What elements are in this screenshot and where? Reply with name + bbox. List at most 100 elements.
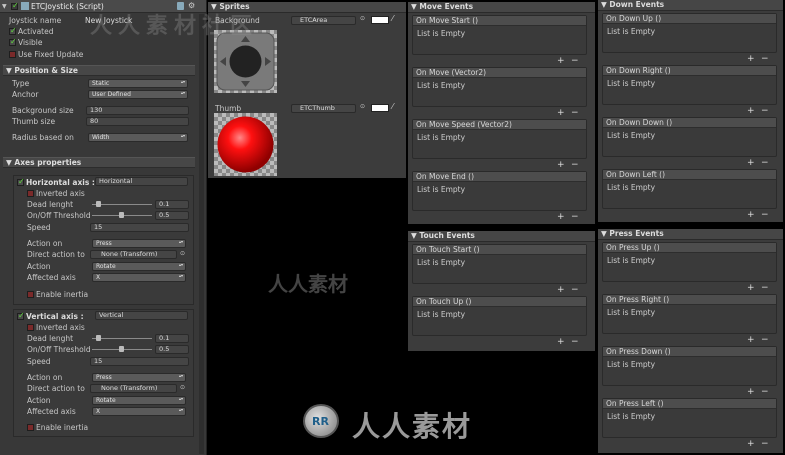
remove-listener-button[interactable]: − — [571, 338, 579, 347]
add-listener-button[interactable]: + — [747, 55, 755, 64]
gear-icon[interactable]: ⚙ — [188, 1, 195, 10]
touch-events-title[interactable]: ▼ Touch Events — [408, 231, 595, 242]
remove-listener-button[interactable]: − — [571, 213, 579, 222]
vertical-action-on-dropdown[interactable]: Press — [92, 373, 186, 382]
remove-listener-button[interactable]: − — [571, 109, 579, 118]
remove-listener-button[interactable]: − — [761, 388, 769, 397]
horizontal-axis-checkbox[interactable] — [17, 177, 25, 186]
object-picker-icon[interactable]: ⊙ — [360, 103, 365, 110]
vertical-axis-name-field[interactable]: Vertical — [95, 311, 188, 320]
remove-listener-button[interactable]: − — [761, 440, 769, 449]
use-fixed-update-checkbox[interactable] — [9, 51, 16, 58]
vertical-threshold-field[interactable]: 0.5 — [155, 345, 189, 354]
vertical-axis-checkbox[interactable] — [17, 311, 25, 320]
add-listener-button[interactable]: + — [747, 211, 755, 220]
type-dropdown[interactable]: Static — [88, 79, 188, 88]
vertical-dead-slider-knob[interactable] — [96, 335, 101, 341]
add-listener-button[interactable]: + — [747, 284, 755, 293]
remove-listener-button[interactable]: − — [761, 107, 769, 116]
object-picker-icon[interactable]: ⊙ — [360, 15, 365, 22]
background-size-field[interactable]: 130 — [86, 106, 189, 115]
vertical-action-dropdown[interactable]: Rotate — [92, 396, 186, 405]
vertical-threshold-slider-knob[interactable] — [119, 346, 124, 352]
joystick-name-field[interactable]: New Joystick — [85, 16, 132, 25]
vertical-affected-dropdown[interactable]: X — [92, 407, 186, 416]
position-size-section[interactable]: ▼ Position & Size — [3, 65, 195, 76]
down-events-title[interactable]: ▼ Down Events — [598, 0, 783, 11]
inspector-scrollbar[interactable] — [199, 14, 204, 454]
radius-dropdown[interactable]: Width — [88, 133, 188, 142]
thumb-color-swatch[interactable] — [371, 104, 389, 112]
vertical-speed-field[interactable]: 15 — [90, 357, 189, 366]
horizontal-axis-name-field[interactable]: Horizontal — [95, 177, 188, 186]
horizontal-threshold-field[interactable]: 0.5 — [155, 211, 189, 220]
event-list-item[interactable]: On Down Down () List is Empty — [602, 117, 777, 157]
remove-listener-button[interactable]: − — [761, 55, 769, 64]
background-sprite-field[interactable]: ETCArea — [291, 16, 356, 25]
remove-listener-button[interactable]: − — [761, 159, 769, 168]
add-listener-button[interactable]: + — [557, 109, 565, 118]
horizontal-inertia-checkbox[interactable] — [27, 291, 34, 298]
remove-listener-button[interactable]: − — [571, 57, 579, 66]
add-listener-button[interactable]: + — [557, 213, 565, 222]
object-picker-icon[interactable]: ⊙ — [180, 384, 185, 391]
remove-listener-button[interactable]: − — [571, 286, 579, 295]
horizontal-inverted-checkbox[interactable] — [27, 190, 34, 197]
add-listener-button[interactable]: + — [747, 440, 755, 449]
add-listener-button[interactable]: + — [557, 338, 565, 347]
axes-section[interactable]: ▼ Axes properties — [3, 157, 195, 168]
horizontal-action-on-dropdown[interactable]: Press — [92, 239, 186, 248]
add-listener-button[interactable]: + — [557, 161, 565, 170]
event-list-item[interactable]: On Move Start () List is Empty — [412, 15, 587, 55]
horizontal-threshold-slider-knob[interactable] — [119, 212, 124, 218]
event-list-item[interactable]: On Press Down () List is Empty — [602, 346, 777, 386]
add-listener-button[interactable]: + — [557, 286, 565, 295]
eyedropper-icon[interactable]: ⁄ — [392, 102, 393, 111]
vertical-inverted-checkbox[interactable] — [27, 324, 34, 331]
vertical-direct-field[interactable]: None (Transform) — [90, 384, 177, 393]
remove-listener-button[interactable]: − — [761, 284, 769, 293]
vertical-dead-field[interactable]: 0.1 — [155, 334, 189, 343]
component-enabled-checkbox[interactable] — [11, 1, 19, 10]
thumb-size-field[interactable]: 80 — [86, 117, 189, 126]
event-list-item[interactable]: On Down Up () List is Empty — [602, 13, 777, 53]
vertical-inertia-checkbox[interactable] — [27, 424, 34, 431]
event-list-item[interactable]: On Press Left () List is Empty — [602, 398, 777, 438]
event-list-item[interactable]: On Move (Vector2) List is Empty — [412, 67, 587, 107]
horizontal-dead-field[interactable]: 0.1 — [155, 200, 189, 209]
event-list-item[interactable]: On Press Up () List is Empty — [602, 242, 777, 282]
anchor-dropdown[interactable]: User Defined — [88, 90, 188, 99]
event-list-item[interactable]: On Touch Up () List is Empty — [412, 296, 587, 336]
book-icon[interactable] — [177, 2, 184, 10]
remove-listener-button[interactable]: − — [571, 161, 579, 170]
horizontal-action-dropdown[interactable]: Rotate — [92, 262, 186, 271]
horizontal-speed-field[interactable]: 15 — [90, 223, 189, 232]
press-events-title[interactable]: ▼ Press Events — [598, 229, 783, 240]
sprites-title[interactable]: ▼ Sprites — [208, 2, 406, 13]
event-list-item[interactable]: On Down Right () List is Empty — [602, 65, 777, 105]
background-color-swatch[interactable] — [371, 16, 389, 24]
add-listener-button[interactable]: + — [557, 57, 565, 66]
vertical-dead-slider[interactable] — [92, 338, 152, 339]
remove-listener-button[interactable]: − — [761, 211, 769, 220]
thumb-sprite-field[interactable]: ETCThumb — [291, 104, 356, 113]
eyedropper-icon[interactable]: ⁄ — [392, 14, 393, 23]
event-list-item[interactable]: On Touch Start () List is Empty — [412, 244, 587, 284]
activated-checkbox[interactable] — [9, 26, 17, 35]
add-listener-button[interactable]: + — [747, 336, 755, 345]
add-listener-button[interactable]: + — [747, 388, 755, 397]
horizontal-direct-field[interactable]: None (Transform) — [90, 250, 177, 259]
horizontal-dead-slider-knob[interactable] — [96, 201, 101, 207]
add-listener-button[interactable]: + — [747, 159, 755, 168]
visible-checkbox[interactable] — [9, 37, 17, 46]
move-events-title[interactable]: ▼ Move Events — [408, 2, 595, 13]
horizontal-dead-slider[interactable] — [92, 204, 152, 205]
foldout-arrow-icon[interactable]: ▼ — [2, 3, 7, 10]
event-list-item[interactable]: On Move Speed (Vector2) List is Empty — [412, 119, 587, 159]
event-list-item[interactable]: On Move End () List is Empty — [412, 171, 587, 211]
event-list-item[interactable]: On Down Left () List is Empty — [602, 169, 777, 209]
remove-listener-button[interactable]: − — [761, 336, 769, 345]
horizontal-affected-dropdown[interactable]: X — [92, 273, 186, 282]
add-listener-button[interactable]: + — [747, 107, 755, 116]
object-picker-icon[interactable]: ⊙ — [180, 250, 185, 257]
